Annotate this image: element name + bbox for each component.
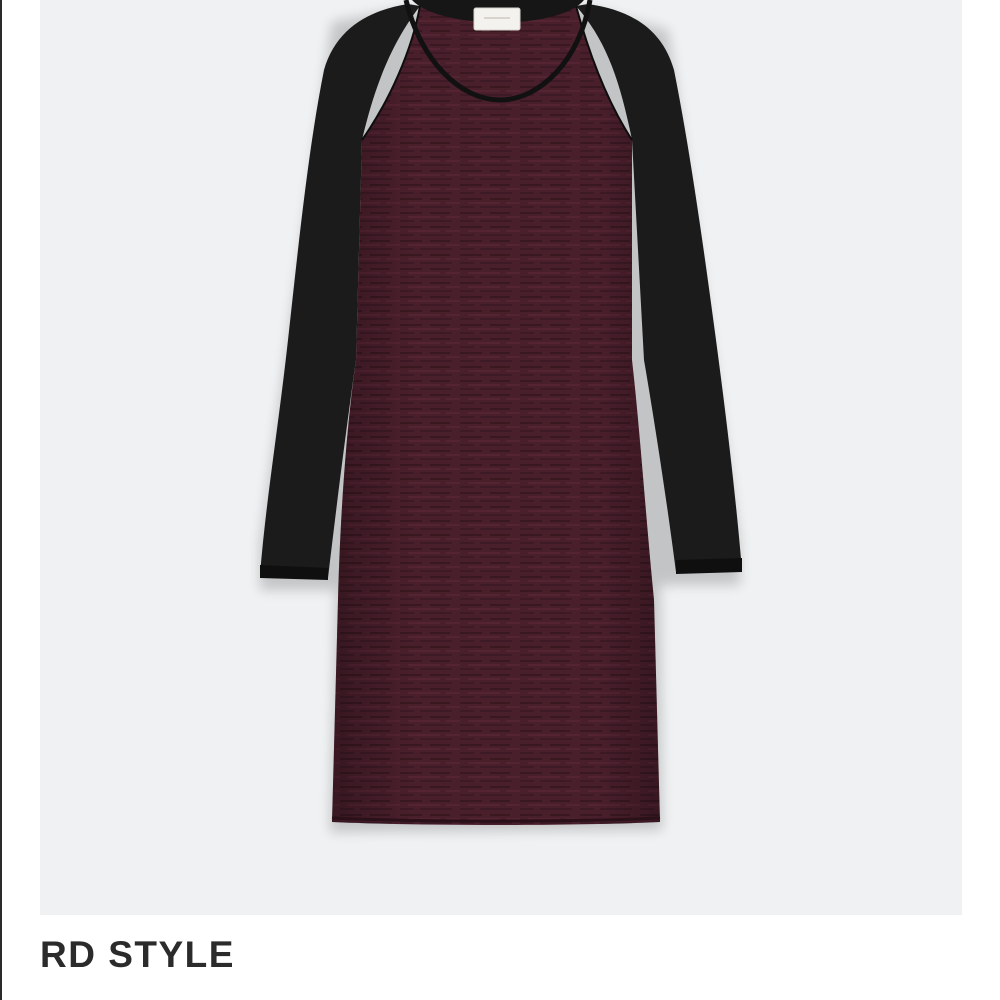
label-tag-icon: [473, 7, 521, 31]
page-edge-divider: [0, 0, 2, 1000]
dress-illustration: [260, 0, 742, 832]
product-image[interactable]: [40, 0, 962, 915]
dress-body-shading: [332, 6, 660, 825]
brand-name: RD STYLE: [40, 934, 235, 975]
right-cuff: [676, 558, 742, 574]
product-card[interactable]: RD STYLE: [0, 0, 1000, 1000]
